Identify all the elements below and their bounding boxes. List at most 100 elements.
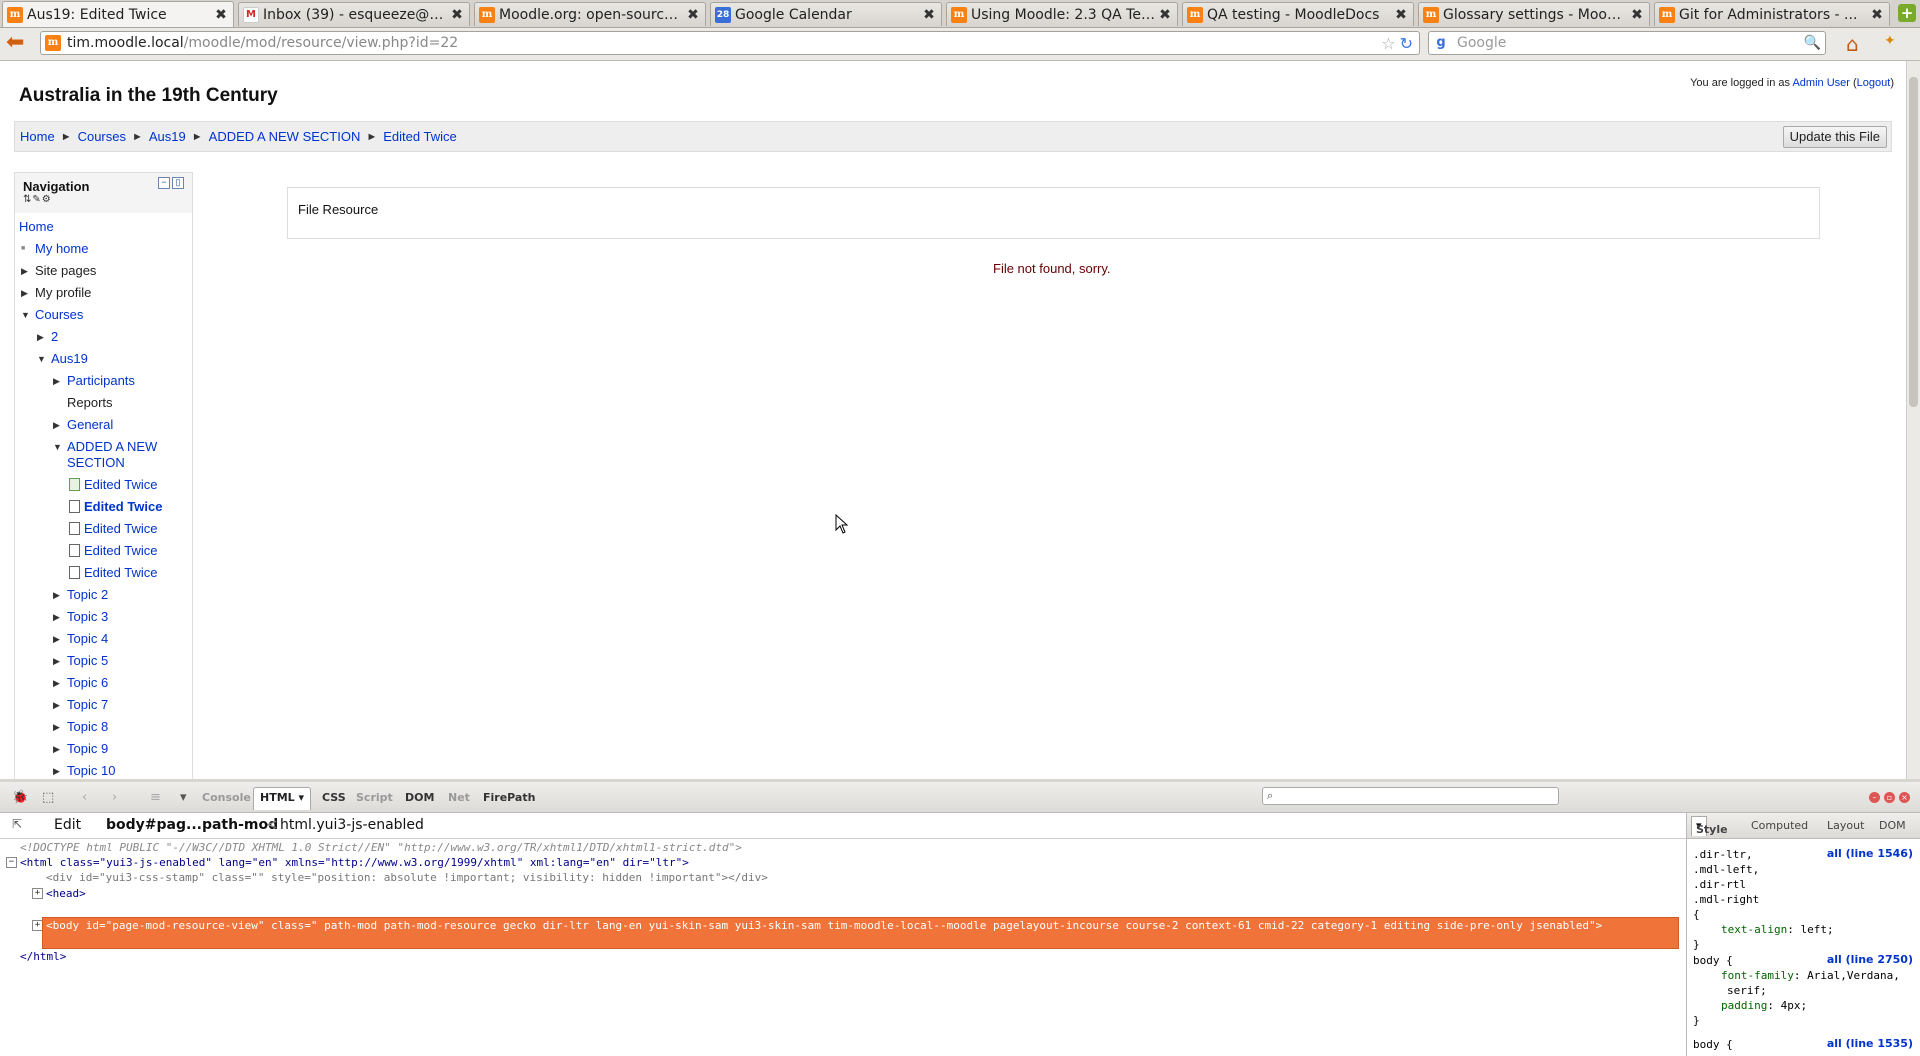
firebug-search-input[interactable]: ⌕ [1262,787,1559,805]
expand-arrow-icon[interactable]: ▶ [53,719,67,735]
nav-item-topic-5[interactable]: ▶ Topic 5 [53,653,108,669]
expand-arrow-icon[interactable]: ▶ [53,653,67,669]
nav-label[interactable]: Edited Twice [84,565,157,581]
back-icon[interactable]: ‹ [82,790,87,805]
dropdown-icon[interactable]: ▾ [180,790,187,805]
tab-css[interactable]: CSS [322,791,346,804]
nav-label-current[interactable]: Edited Twice [84,499,163,515]
nav-label[interactable]: Topic 9 [67,741,108,757]
css-declaration[interactable]: text-align: left; [1721,922,1834,937]
tab-layout[interactable]: Layout [1827,819,1864,832]
edit-button[interactable]: Edit [54,817,81,833]
nav-label[interactable]: Topic 4 [67,631,108,647]
nav-label[interactable]: Home [19,219,54,235]
nav-item-reports[interactable]: Reports [53,395,113,411]
crumb-body[interactable]: body#pag...path-mod [106,817,278,833]
tab-firepath[interactable]: FirePath [483,791,535,804]
nav-item-topic-8[interactable]: ▶ Topic 8 [53,719,108,735]
tab-style[interactable]: Style ▾ [1691,816,1728,836]
dock-icon[interactable]: ▯ [172,177,184,189]
url-text[interactable]: tim.moodle.local/moodle/mod/resource/vie… [67,35,1381,51]
tab-dom[interactable]: DOM [405,791,434,804]
nav-item-topic-2[interactable]: ▶ Topic 2 [53,587,108,603]
tab-moodle-org[interactable]: m Moodle.org: open-source ... ✖ [474,2,706,26]
expand-arrow-icon[interactable]: ▶ [21,285,35,301]
close-icon[interactable]: ✖ [921,7,937,23]
breadcrumb-section[interactable]: ADDED A NEW SECTION [209,129,361,144]
tab-gmail[interactable]: M Inbox (39) - esqueeze@g... ✖ [238,2,470,26]
nav-label[interactable]: Topic 10 [67,763,115,779]
expand-arrow-icon[interactable]: ▶ [53,373,67,389]
tab-script[interactable]: Script [356,791,393,804]
expand-arrow-icon[interactable]: ▶ [53,631,67,647]
close-icon[interactable]: × [1899,792,1910,803]
nav-item-general[interactable]: ▶ General [53,417,113,433]
search-bar[interactable]: g Google 🔍 [1428,31,1826,55]
inspect-icon[interactable]: ⬚ [42,790,54,805]
expand-arrow-icon[interactable]: ▶ [53,587,67,603]
expand-arrow-icon[interactable]: ▶ [53,763,67,779]
nav-item-topic-6[interactable]: ▶ Topic 6 [53,675,108,691]
nav-item-edited-twice-4[interactable]: Edited Twice [69,543,157,559]
expand-arrow-icon[interactable]: ▶ [37,329,51,345]
collapse-arrow-icon[interactable]: ▼ [37,351,51,367]
close-icon[interactable]: ✖ [1869,7,1885,23]
nav-item-my-profile[interactable]: ▶ My profile [21,285,91,301]
bookmark-star-icon[interactable]: ☆ [1381,34,1395,53]
nav-label[interactable]: Topic 7 [67,697,108,713]
tab-computed[interactable]: Computed [1751,819,1808,832]
search-input[interactable]: Google [1453,35,1804,51]
nav-item-topic-9[interactable]: ▶ Topic 9 [53,741,108,757]
nav-item-topic-7[interactable]: ▶ Topic 7 [53,697,108,713]
nav-item-edited-twice-1[interactable]: Edited Twice [69,477,157,493]
list-icon[interactable]: ≡ [150,790,161,805]
nav-label[interactable]: Edited Twice [84,543,157,559]
nav-label[interactable]: My home [35,241,88,257]
tab-console[interactable]: Console [202,791,251,804]
css-declaration[interactable]: padding: 4px; [1721,998,1807,1013]
firebug-icon[interactable]: 🐞 [12,790,28,805]
expand-arrow-icon[interactable]: ▶ [53,417,67,433]
nav-item-edited-twice-2[interactable]: Edited Twice [69,499,163,515]
breadcrumb-home[interactable]: Home [20,129,55,144]
nav-item-added-section[interactable]: ▼ ADDED A NEW SECTION [53,439,157,471]
scrollbar-thumb[interactable] [1909,77,1918,407]
close-icon[interactable]: ✖ [1393,7,1409,23]
tab-google-calendar[interactable]: 28 Google Calendar ✖ [710,2,942,26]
close-icon[interactable]: ✖ [1157,7,1173,23]
nav-label[interactable]: Courses [35,307,83,323]
url-bar[interactable]: m tim.moodle.local/moodle/mod/resource/v… [40,31,1420,55]
html-open-line[interactable]: <html class="yui3-js-enabled" lang="en" … [20,856,689,870]
expand-arrow-icon[interactable]: ▶ [53,675,67,691]
nav-label[interactable]: Aus19 [51,351,88,367]
nav-item-course-2[interactable]: ▶ 2 [37,329,58,345]
body-node-selected[interactable]: <body id="page-mod-resource-view" class=… [42,917,1679,949]
collapse-icon[interactable]: − [158,177,170,189]
nav-item-topic-4[interactable]: ▶ Topic 4 [53,631,108,647]
nav-item-site-pages[interactable]: ▶ Site pages [21,263,96,279]
css-declaration[interactable]: font-family: Arial,Verdana, [1721,968,1900,983]
nav-item-my-home[interactable]: ■ My home [21,241,88,257]
nav-label[interactable]: Topic 3 [67,609,108,625]
back-arrow-icon[interactable]: ⬅ [6,32,24,54]
close-icon[interactable]: ✖ [685,7,701,23]
collapse-arrow-icon[interactable]: ▼ [21,307,35,323]
forward-icon[interactable]: › [112,790,117,805]
head-line[interactable]: <head> [46,887,86,901]
nav-item-aus19[interactable]: ▼ Aus19 [37,351,88,367]
nav-label[interactable]: Edited Twice [84,521,157,537]
nav-item-edited-twice-5[interactable]: Edited Twice [69,565,157,581]
breadcrumb-current[interactable]: Edited Twice [383,129,456,144]
reload-icon[interactable]: ↻ [1400,34,1413,53]
nav-label[interactable]: Topic 8 [67,719,108,735]
crumb-html[interactable]: html.yui3-js-enabled [280,817,424,833]
tab-git-for-administrators[interactable]: m Git for Administrators - ... ✖ [1654,2,1890,26]
tab-net[interactable]: Net [448,791,470,804]
nav-item-topic-10[interactable]: ▶ Topic 10 [53,763,115,779]
nav-label[interactable]: Topic 6 [67,675,108,691]
nav-label[interactable]: Topic 2 [67,587,108,603]
nav-label[interactable]: Participants [67,373,135,389]
expand-arrow-icon[interactable]: ▶ [53,697,67,713]
nav-label[interactable]: Edited Twice [84,477,157,493]
nav-item-home[interactable]: Home [19,219,54,235]
